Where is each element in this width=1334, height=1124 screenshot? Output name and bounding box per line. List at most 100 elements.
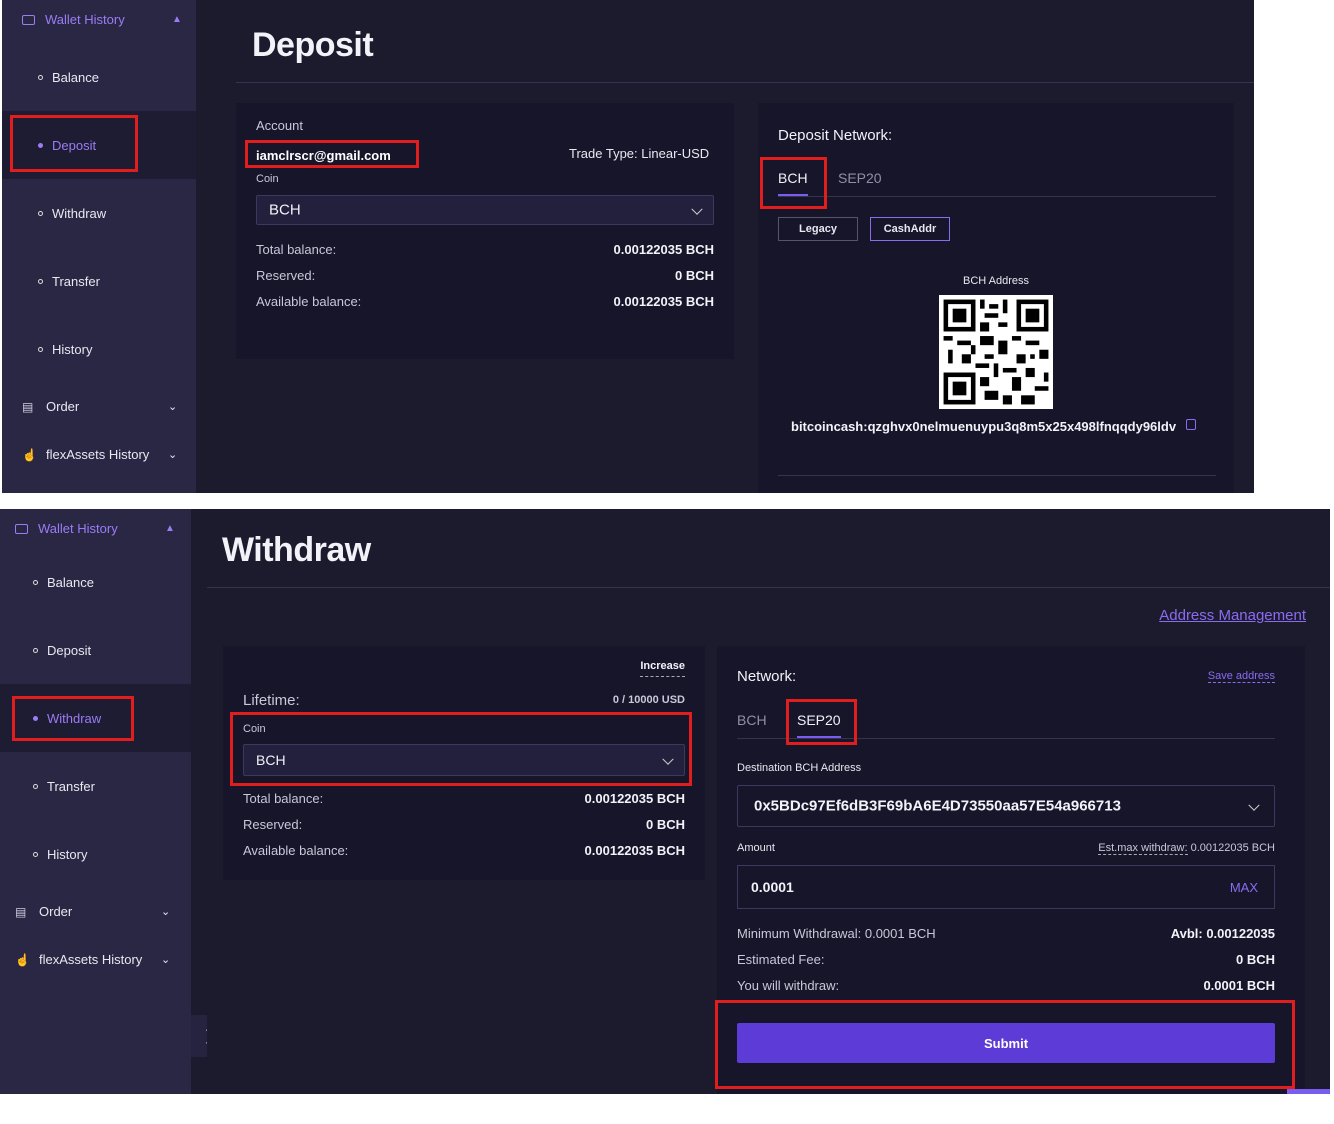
- increase-link[interactable]: Increase: [640, 660, 685, 677]
- cashaddr-button[interactable]: CashAddr: [870, 217, 950, 241]
- sidebar-header-wallet-history[interactable]: Wallet History ▲: [22, 12, 182, 27]
- you-will-withdraw-label: You will withdraw:: [737, 978, 840, 993]
- address-label: BCH Address: [962, 275, 1030, 287]
- sidebar-header-wallet-history[interactable]: Wallet History ▲: [15, 521, 175, 536]
- legacy-button[interactable]: Legacy: [778, 217, 858, 241]
- hand-icon: ☝: [22, 447, 37, 462]
- tab-sep20[interactable]: SEP20: [838, 170, 882, 186]
- highlight-box: [715, 1000, 1295, 1089]
- available-balance-value: 0.00122035 BCH: [584, 843, 685, 858]
- destination-label: Destination BCH Address: [737, 762, 862, 774]
- divider: [778, 475, 1216, 476]
- available-balance-label: Available balance:: [256, 294, 362, 309]
- bullet-icon: [38, 210, 43, 216]
- destination-address-select[interactable]: 0x5BDc97Ef6dB3F69bA6E4D73550aa57E54a9667…: [737, 785, 1275, 827]
- deposit-network-card: Deposit Network: BCH SEP20 Legacy CashAd…: [758, 103, 1234, 493]
- sidebar-group-label: Order: [39, 904, 73, 919]
- estimated-fee-value: 0 BCH: [1235, 952, 1275, 967]
- tab-label: SEP20: [838, 170, 882, 186]
- save-address-link[interactable]: Save address: [1207, 670, 1275, 683]
- bullet-icon: [38, 74, 43, 80]
- coin-select-value: BCH: [269, 201, 301, 219]
- sidebar-item-label: History: [47, 846, 88, 862]
- bullet-icon: [33, 783, 38, 789]
- hand-icon: ☝: [15, 952, 30, 967]
- bullet-icon: [33, 647, 38, 653]
- divider: [778, 196, 1216, 197]
- page-title: Withdraw: [222, 531, 371, 569]
- max-button[interactable]: MAX: [1230, 880, 1258, 895]
- est-max-withdraw: Est.max withdraw: 0.00122035 BCH: [1098, 842, 1275, 855]
- sidebar-item-label: Deposit: [47, 642, 92, 658]
- chevron-down-icon: [1248, 799, 1260, 811]
- document-icon: ▤: [15, 904, 27, 919]
- sidebar-item-withdraw[interactable]: Withdraw: [2, 179, 196, 247]
- available-balance-label: Available balance:: [243, 843, 349, 858]
- available-balance-value: 0.00122035 BCH: [613, 294, 714, 309]
- qr-code: [939, 295, 1053, 409]
- sidebar-item-history[interactable]: History: [0, 820, 191, 888]
- tab-label: BCH: [737, 712, 767, 728]
- sidebar-item-label: Balance: [52, 69, 99, 85]
- coin-label: Coin: [256, 173, 279, 185]
- minimum-withdrawal: Minimum Withdrawal: 0.0001 BCH: [737, 926, 936, 941]
- sidebar-group-label: Order: [46, 399, 80, 414]
- sidebar-group-flexassets-history[interactable]: ☝ flexAssets History ⌄: [15, 952, 170, 967]
- sidebar-item-deposit[interactable]: Deposit: [0, 616, 191, 684]
- coin-select[interactable]: BCH: [256, 195, 714, 225]
- chevron-down-icon: ⌄: [168, 449, 178, 461]
- bullet-icon: [33, 579, 38, 585]
- accent-corner: [1287, 1089, 1330, 1094]
- deposit-network-label: Deposit Network:: [778, 127, 893, 144]
- bullet-icon: [38, 346, 43, 352]
- sidebar-group-order[interactable]: ▤ Order ⌄: [22, 399, 177, 414]
- reserved-value: 0 BCH: [645, 817, 685, 832]
- sidebar-item-transfer[interactable]: Transfer: [0, 752, 191, 820]
- sidebar-item-label: History: [52, 341, 93, 357]
- address-management-link[interactable]: Address Management: [1159, 607, 1306, 624]
- wallet-icon: [22, 14, 35, 25]
- highlight-box: [12, 696, 134, 741]
- amount-input[interactable]: 0.0001 MAX: [737, 865, 1275, 909]
- network-label: Network:: [737, 668, 797, 685]
- deposit-address: bitcoincash:qzghvx0nelmuenuypu3q8m5x25x4…: [791, 419, 1177, 434]
- wallet-icon: [15, 523, 28, 534]
- sidebar-item-label: Withdraw: [52, 205, 107, 221]
- reserved-label: Reserved:: [243, 817, 303, 832]
- available-amount: Avbl: 0.00122035: [1170, 926, 1275, 941]
- sidebar-item-label: Transfer: [47, 778, 95, 794]
- reserved-label: Reserved:: [256, 268, 316, 283]
- copy-icon[interactable]: [1186, 419, 1196, 430]
- highlight-box: [245, 140, 419, 168]
- chevron-down-icon: ⌄: [161, 906, 171, 918]
- deposit-panel: Wallet History ▲ Balance Deposit Withdra…: [2, 0, 1254, 493]
- chevron-down-icon: [691, 203, 703, 215]
- account-label: Account: [256, 118, 303, 133]
- bullet-icon: [38, 278, 43, 284]
- chevron-up-icon: ▲: [165, 523, 175, 534]
- sidebar-group-order[interactable]: ▤ Order ⌄: [15, 904, 170, 919]
- total-balance-value: 0.00122035 BCH: [584, 791, 685, 806]
- sidebar-header-label: Wallet History: [45, 12, 125, 27]
- highlight-box: [786, 699, 857, 745]
- total-balance-label: Total balance:: [243, 791, 324, 806]
- sidebar-header-label: Wallet History: [38, 521, 118, 536]
- estimated-fee-label: Estimated Fee:: [737, 952, 825, 967]
- chevron-up-icon: ▲: [172, 14, 182, 25]
- deposit-main: Deposit Account iamclrscr@gmail.com Trad…: [211, 0, 1254, 493]
- chevron-down-icon: ⌄: [161, 954, 171, 966]
- amount-value: 0.0001: [751, 879, 794, 895]
- est-max-value: 0.00122035 BCH: [1190, 842, 1275, 854]
- sidebar-item-history[interactable]: History: [2, 315, 196, 383]
- chevron-down-icon: ⌄: [168, 401, 178, 413]
- sidebar-item-balance[interactable]: Balance: [0, 548, 191, 616]
- sidebar-item-balance[interactable]: Balance: [2, 43, 196, 111]
- total-balance-value: 0.00122035 BCH: [613, 242, 714, 257]
- sidebar-item-transfer[interactable]: Transfer: [2, 247, 196, 315]
- sidebar-group-label: flexAssets History: [46, 447, 150, 462]
- tab-bch[interactable]: BCH: [737, 712, 767, 728]
- est-max-label: Est.max withdraw:: [1098, 842, 1188, 855]
- divider: [207, 587, 1330, 588]
- sidebar-group-label: flexAssets History: [39, 952, 143, 967]
- sidebar-group-flexassets-history[interactable]: ☝ flexAssets History ⌄: [22, 447, 177, 462]
